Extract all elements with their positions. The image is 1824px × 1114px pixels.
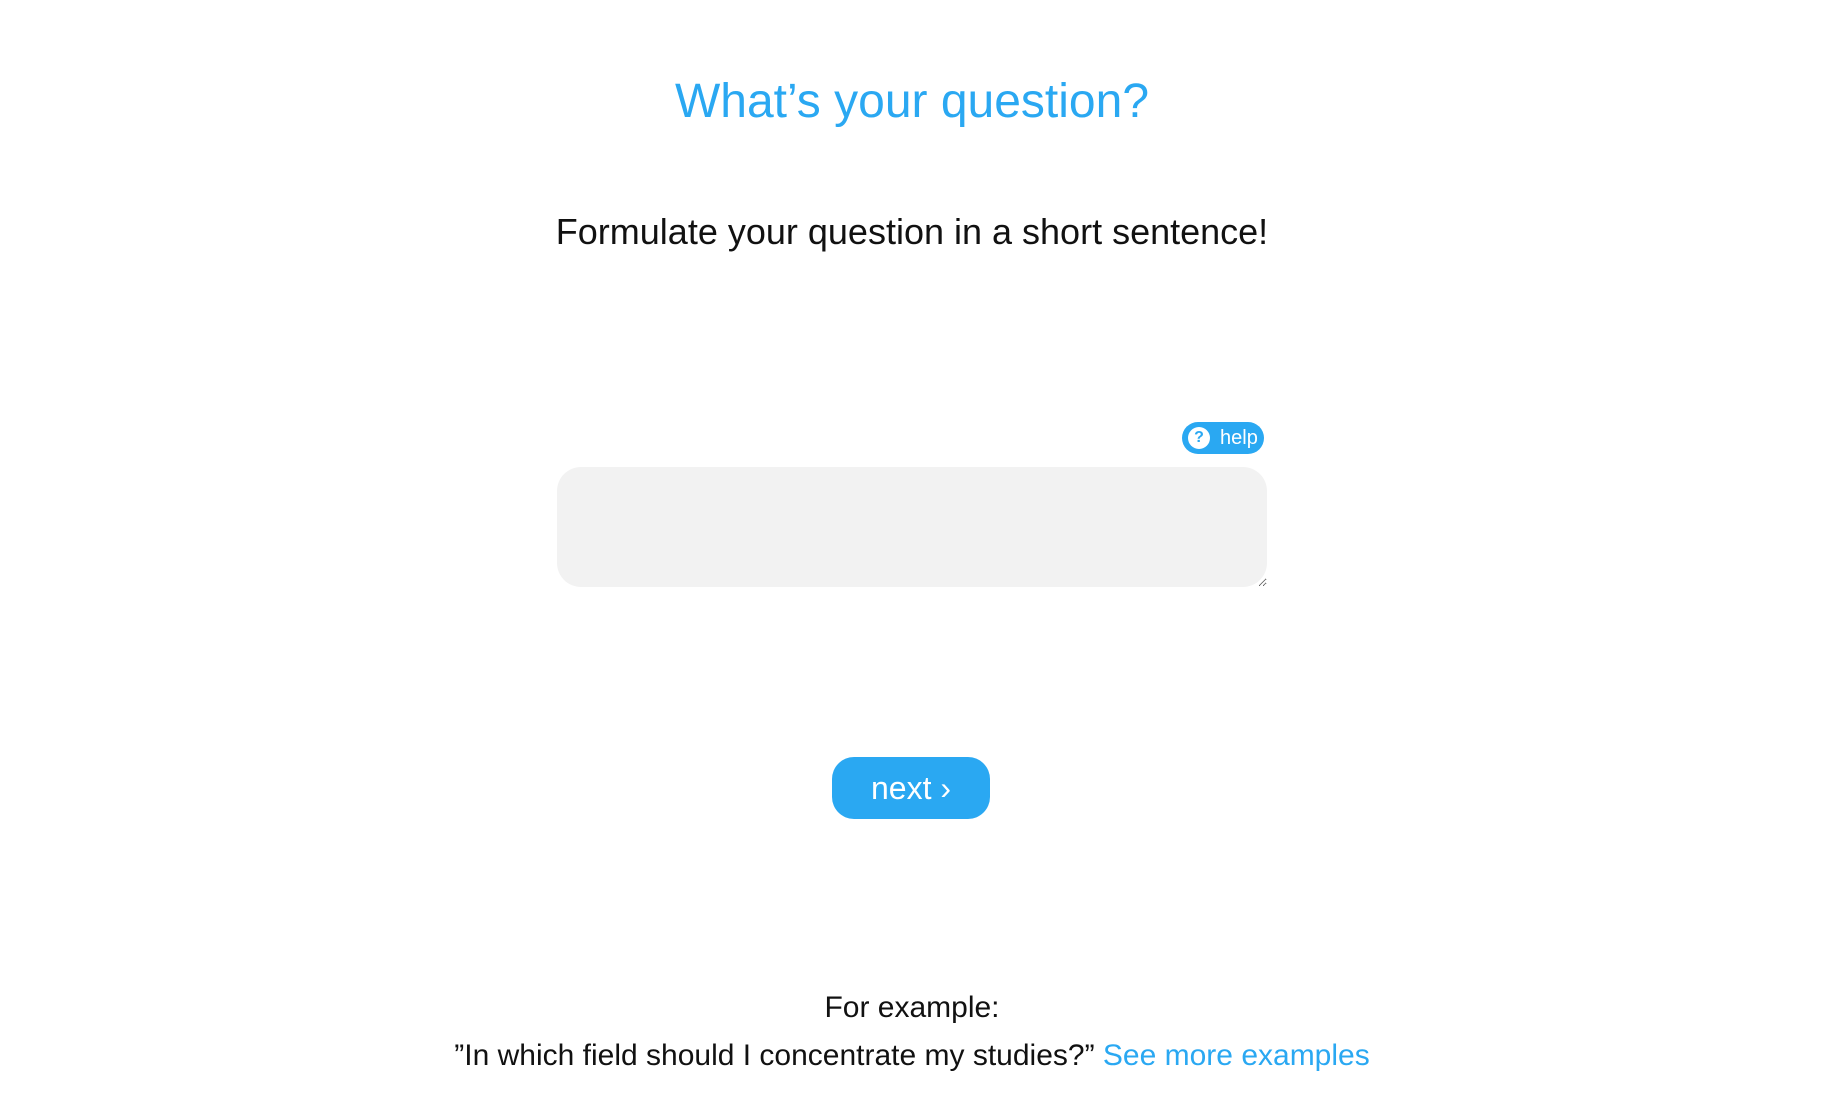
- help-label: help: [1220, 427, 1258, 449]
- help-button[interactable]: ? help: [1182, 422, 1264, 454]
- next-button[interactable]: next ›: [832, 757, 990, 819]
- question-circle-icon: ?: [1188, 427, 1210, 449]
- see-more-examples-link[interactable]: See more examples: [1103, 1039, 1370, 1072]
- page-title: What’s your question?: [674, 75, 1150, 128]
- example-line: ”In which field should I concentrate my …: [0, 1036, 1824, 1076]
- page-subtitle: Formulate your question in a short sente…: [555, 211, 1269, 252]
- example-quote: ”In which field should I concentrate my …: [454, 1039, 1095, 1072]
- question-input[interactable]: [557, 467, 1267, 587]
- question-page: What’s your question? Formulate your que…: [0, 0, 1824, 1114]
- example-label: For example:: [824, 991, 1000, 1024]
